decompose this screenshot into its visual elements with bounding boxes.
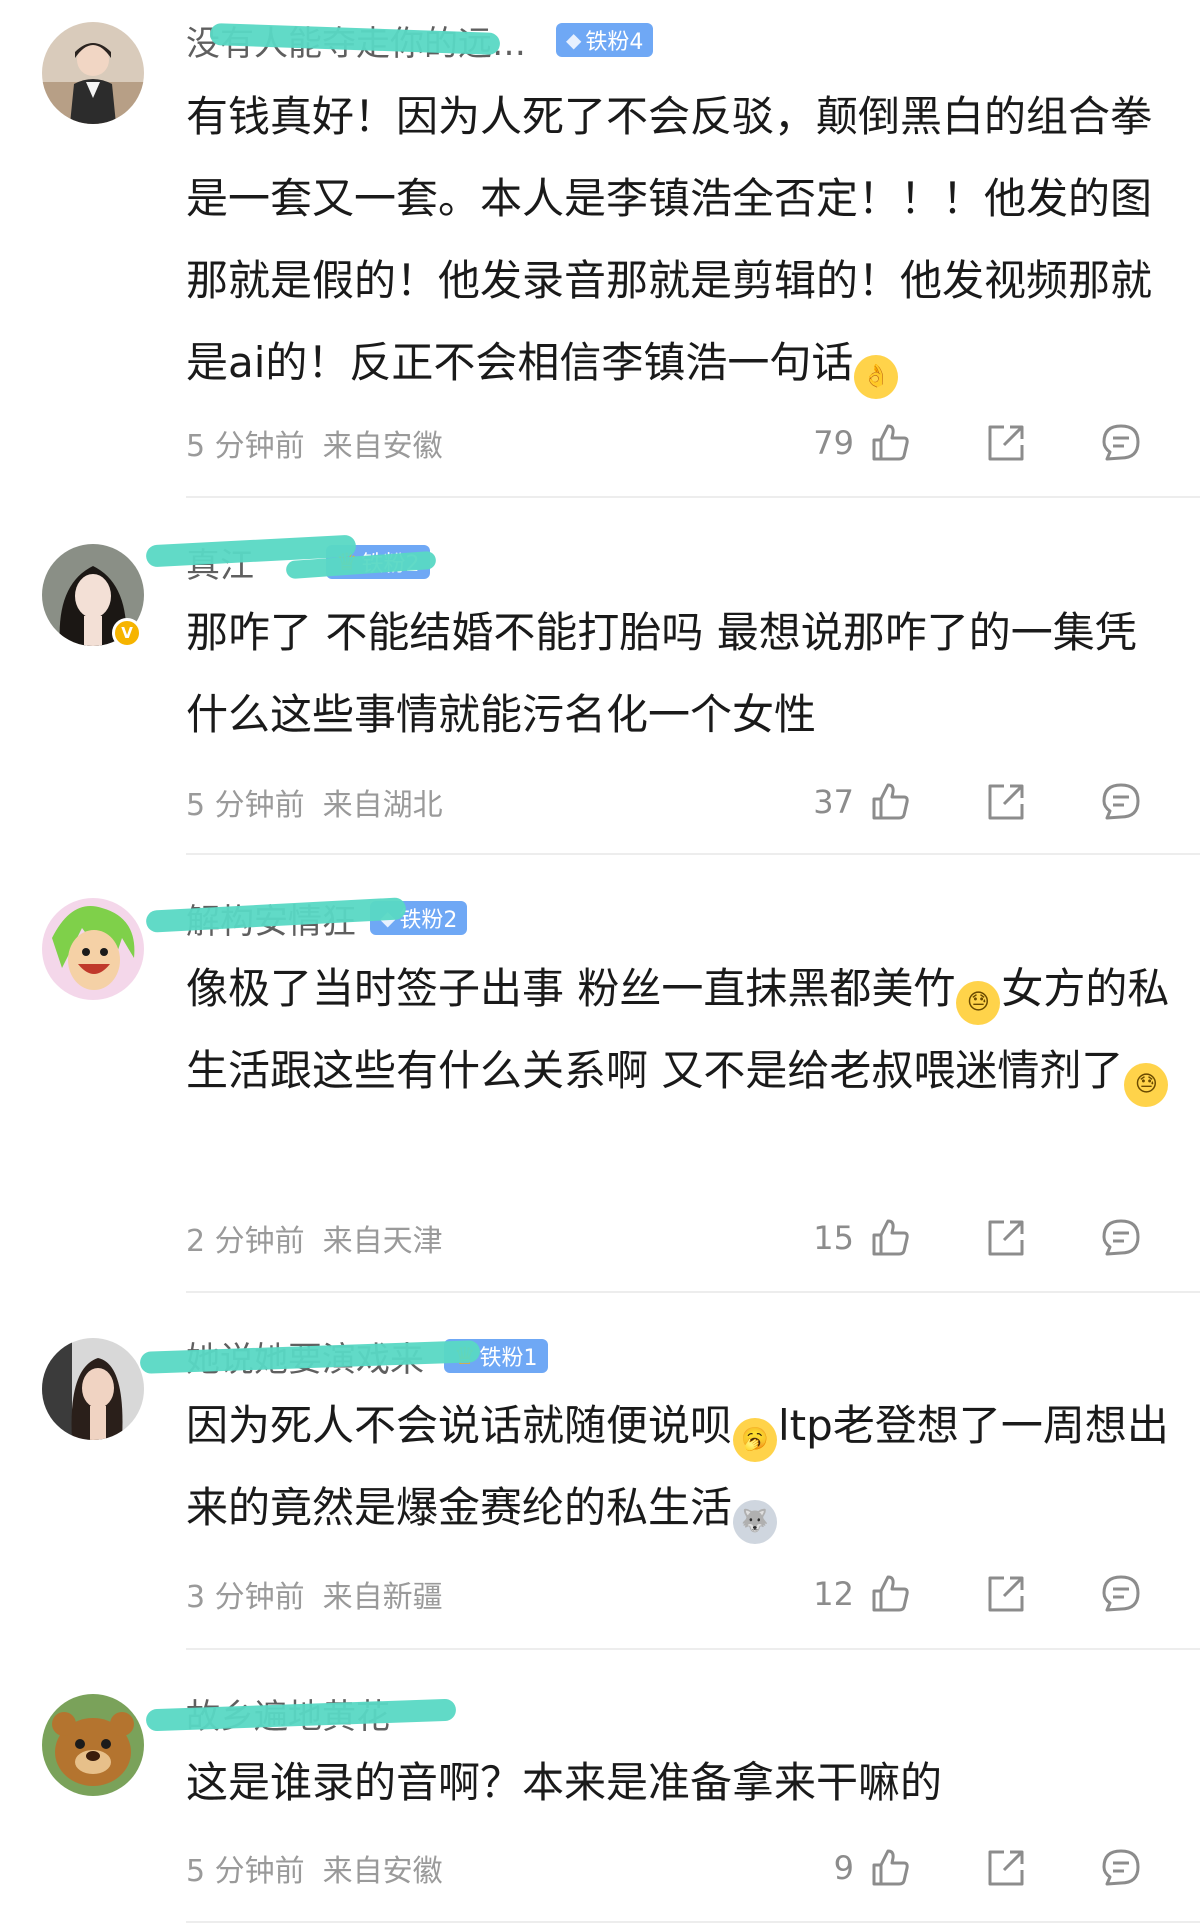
comment-meta: 5 分钟前 来自湖北 37 <box>186 777 1146 827</box>
fan-badge-label: 铁粉4 <box>585 30 644 55</box>
reply-button[interactable] <box>1096 1569 1146 1619</box>
divider <box>186 853 1200 855</box>
like-count: 9 <box>833 1849 854 1887</box>
comment-icon <box>1102 1575 1140 1612</box>
comment-meta: 5 分钟前 来自安徽 9 <box>186 1843 1146 1893</box>
comment-icon <box>1102 424 1140 461</box>
sweat-emoji: 😓 <box>1124 1063 1169 1107</box>
like-count: 15 <box>813 1219 854 1257</box>
comment-time: 3 分钟前 <box>186 1580 305 1615</box>
divider <box>186 1921 1200 1923</box>
comment-meta: 5 分钟前 来自安徽 79 <box>186 418 1146 468</box>
share-button[interactable] <box>981 1569 1031 1619</box>
comment-time: 5 分钟前 <box>186 1854 305 1889</box>
comment-actions: 12 <box>813 1569 1146 1619</box>
divider <box>186 1648 1200 1650</box>
like-button[interactable] <box>866 1569 916 1619</box>
thumb-up-icon <box>872 1575 909 1612</box>
comment-text: 因为死人不会说话就随便说呗 🥱 ltp老登想了一周想出来的竟然是爆金赛纶的私生活 🐺 <box>186 1385 1176 1549</box>
share-icon <box>988 1850 1024 1886</box>
comment-icon <box>1102 1219 1140 1256</box>
comment-text-content: 这是谁录的音啊？本来是准备拿来干嘛的 <box>186 1758 943 1807</box>
fan-badge-label: 铁粉2 <box>399 908 458 933</box>
diamond-icon: ◆ <box>566 28 582 52</box>
reply-button[interactable] <box>1096 418 1146 468</box>
comment-location: 来自新疆 <box>322 1580 443 1615</box>
comment-text-content: 像极了当时签子出事 粉丝一直抹黑都美竹 <box>186 964 956 1013</box>
comment-location: 来自湖北 <box>322 788 443 823</box>
comment-location: 来自安徽 <box>322 429 443 464</box>
share-button[interactable] <box>981 1213 1031 1263</box>
comment-icon <box>1102 1849 1140 1886</box>
sweat-emoji: 😓 <box>956 981 1001 1025</box>
avatar[interactable] <box>42 1338 144 1440</box>
avatar[interactable] <box>42 22 144 124</box>
share-button[interactable] <box>981 777 1031 827</box>
comment-text: 像极了当时签子出事 粉丝一直抹黑都美竹 😓 女方的私生活跟这些有什么关系啊 又不是给… <box>186 948 1176 1112</box>
share-icon <box>988 784 1024 820</box>
comment-text: 那咋了 不能结婚不能打胎吗 最想说那咋了的一集凭什么这些事情就能污名化一个女性 <box>186 592 1176 756</box>
comment-text-content: 有钱真好！因为人死了不会反驳，颠倒黑白的组合拳是一套又一套。本人是李镇浩全否定！… <box>186 92 1153 387</box>
avatar[interactable] <box>42 898 144 1000</box>
comment-text: 有钱真好！因为人死了不会反驳，颠倒黑白的组合拳是一套又一套。本人是李镇浩全否定！… <box>186 76 1176 404</box>
like-button[interactable] <box>866 1213 916 1263</box>
comment-actions: 15 <box>813 1213 1146 1263</box>
reply-button[interactable] <box>1096 777 1146 827</box>
share-icon <box>988 1576 1024 1612</box>
like-button[interactable] <box>866 1843 916 1893</box>
share-icon <box>988 425 1024 461</box>
comment-meta: 2 分钟前 来自天津 15 <box>186 1213 1146 1263</box>
avatar[interactable] <box>42 1694 144 1796</box>
yawn-emoji: 🥱 <box>733 1418 778 1462</box>
verified-badge: V <box>112 618 142 648</box>
comment-time: 5 分钟前 <box>186 788 305 823</box>
fan-badge-label: 铁粉1 <box>479 1346 538 1371</box>
comment-text: 这是谁录的音啊？本来是准备拿来干嘛的 <box>186 1742 1176 1824</box>
share-button[interactable] <box>981 418 1031 468</box>
like-count: 12 <box>813 1575 854 1613</box>
comment-time: 5 分钟前 <box>186 429 305 464</box>
thumb-up-icon <box>872 783 909 820</box>
comment-location: 来自天津 <box>322 1224 443 1259</box>
thumb-up-icon <box>872 424 909 461</box>
divider <box>186 496 1200 498</box>
thumb-up-icon <box>872 1849 909 1886</box>
comment-actions: 37 <box>813 777 1146 827</box>
comment-icon <box>1102 783 1140 820</box>
like-button[interactable] <box>866 777 916 827</box>
like-count: 37 <box>813 783 854 821</box>
divider <box>186 1291 1200 1293</box>
fan-badge: ◆ 铁粉4 <box>556 23 654 57</box>
comment-actions: 9 <box>834 1843 1146 1893</box>
comment-location: 来自安徽 <box>322 1854 443 1889</box>
comment-meta: 3 分钟前 来自新疆 12 <box>186 1569 1146 1619</box>
comment-time: 2 分钟前 <box>186 1224 305 1259</box>
like-button[interactable] <box>866 418 916 468</box>
husky-emoji: 🐺 <box>733 1500 778 1544</box>
like-count: 79 <box>813 424 854 462</box>
share-icon <box>988 1220 1024 1256</box>
thumb-up-icon <box>872 1219 909 1256</box>
comment-actions: 79 <box>813 418 1146 468</box>
reply-button[interactable] <box>1096 1843 1146 1893</box>
comment-text-content: 因为死人不会说话就随便说呗 <box>186 1401 733 1450</box>
ok-hand-emoji: 👌 <box>854 355 899 399</box>
share-button[interactable] <box>981 1843 1031 1893</box>
reply-button[interactable] <box>1096 1213 1146 1263</box>
comment-text-content: 那咋了 不能结婚不能打胎吗 最想说那咋了的一集凭什么这些事情就能污名化一个女性 <box>186 608 1137 739</box>
